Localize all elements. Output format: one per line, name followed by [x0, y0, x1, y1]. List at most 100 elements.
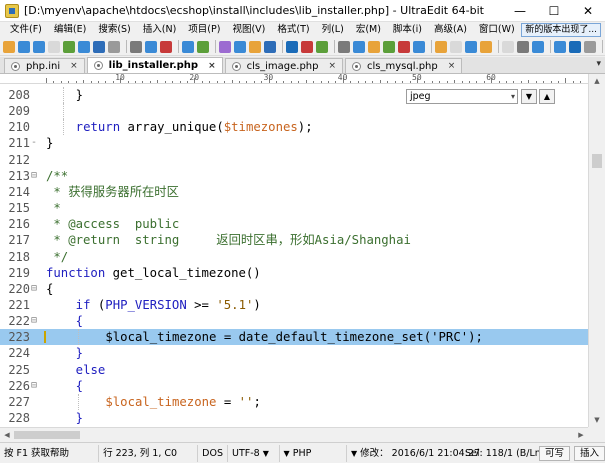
menu-item-5[interactable]: 视图(V) — [226, 22, 271, 38]
status-cursor-position[interactable]: 行 223, 列 1, C0 — [99, 444, 199, 462]
scroll-down-icon[interactable]: ▼ — [589, 413, 605, 427]
code-line[interactable]: 217 * @return string 返回时区串，形如Asia/Shangh… — [0, 232, 588, 248]
find-input[interactable]: jpeg ▾ — [406, 89, 518, 104]
scroll-left-icon[interactable]: ◀ — [0, 428, 14, 442]
toolbar-tool-icon[interactable] — [517, 40, 529, 53]
file-tab[interactable]: cls_mysql.php × — [345, 58, 463, 73]
toolbar-tool-icon[interactable] — [249, 40, 261, 53]
toolbar-tool-icon[interactable] — [368, 40, 380, 53]
status-encoding[interactable]: UTF-8 ▼ — [228, 444, 280, 462]
toolbar-tool-icon[interactable] — [197, 40, 209, 53]
code-line[interactable]: 221 if (PHP_VERSION >= '5.1') — [0, 297, 588, 313]
writable-toggle[interactable]: 可写 — [538, 445, 570, 461]
syntax-dropdown-icon[interactable]: ▼ — [284, 449, 290, 458]
modified-dropdown-icon[interactable]: ▼ — [351, 449, 357, 458]
insert-mode-toggle[interactable]: 插入 — [573, 445, 605, 461]
tab-close-icon[interactable]: × — [448, 61, 456, 71]
toolbar-tool-icon[interactable] — [413, 40, 425, 53]
code-line[interactable]: 224} — [0, 345, 588, 361]
toolbar-tool-icon[interactable] — [63, 40, 75, 53]
toolbar-tool-icon[interactable] — [435, 40, 447, 53]
toolbar-tool-icon[interactable] — [33, 40, 45, 53]
scroll-up-icon[interactable]: ▲ — [589, 74, 605, 88]
menu-item-7[interactable]: 列(L) — [316, 22, 350, 38]
tab-close-icon[interactable]: × — [208, 61, 216, 71]
toolbar-tool-icon[interactable] — [3, 40, 15, 53]
code-line[interactable]: 219 function get_local_timezone() — [0, 265, 588, 281]
menu-item-10[interactable]: 高级(A) — [428, 22, 473, 38]
code-line[interactable]: 228} — [0, 410, 588, 426]
fold-collapse-icon[interactable]: ⊟ — [31, 378, 41, 394]
toolbar-tool-icon[interactable] — [286, 40, 298, 53]
toolbar-tool-icon[interactable] — [18, 40, 30, 53]
menu-item-9[interactable]: 脚本(i) — [387, 22, 428, 38]
close-button[interactable]: ✕ — [571, 0, 605, 22]
code-line[interactable]: 213 ⊟ /** — [0, 168, 588, 184]
menu-item-6[interactable]: 格式(T) — [271, 22, 315, 38]
code-line[interactable]: 227 $local_timezone = ''; — [0, 393, 588, 410]
horizontal-scroll-thumb[interactable] — [14, 431, 80, 439]
fold-collapse-icon[interactable]: ⊟ — [31, 313, 41, 329]
code-line[interactable]: 220 ⊟ { — [0, 281, 588, 297]
toolbar-tool-icon[interactable] — [182, 40, 194, 53]
code-line[interactable]: 214 * 获得服务器所在时区 — [0, 184, 588, 200]
vertical-scroll-thumb[interactable] — [592, 154, 602, 168]
file-tab[interactable]: php.ini × — [4, 58, 85, 73]
code-line[interactable]: 216 * @access public — [0, 216, 588, 232]
ultraedit-app-icon[interactable] — [5, 3, 19, 18]
new-version-button[interactable]: 新的版本出现了... — [521, 23, 601, 37]
code-editor[interactable]: 228} 227 $local_timezone = ''; 226 ⊟{225 else… — [0, 84, 588, 427]
toolbar-tool-icon[interactable] — [480, 40, 492, 53]
tab-close-icon[interactable]: × — [70, 61, 78, 71]
code-line[interactable]: 215 * — [0, 200, 588, 216]
tab-list-chevron-icon[interactable]: ▾ — [596, 59, 601, 69]
vertical-scrollbar[interactable]: ▲ ▼ — [588, 74, 605, 427]
code-line[interactable]: 209 — [0, 103, 588, 120]
code-line[interactable]: 226 ⊟ { — [0, 378, 588, 394]
menu-item-1[interactable]: 编辑(E) — [48, 22, 92, 38]
toolbar-tool-icon[interactable] — [465, 40, 477, 53]
status-line-ending[interactable]: DOS — [198, 444, 228, 462]
code-line[interactable]: 212 — [0, 152, 588, 168]
toolbar-tool-icon[interactable] — [383, 40, 395, 53]
toolbar-tool-icon[interactable] — [301, 40, 313, 53]
toolbar-tool-icon[interactable] — [584, 40, 596, 53]
fold-collapse-icon[interactable]: ⊟ — [31, 168, 41, 184]
toolbar-tool-icon[interactable] — [93, 40, 105, 53]
fold-collapse-icon[interactable]: ⊟ — [31, 281, 41, 297]
file-tab[interactable]: cls_image.php × — [224, 58, 344, 73]
toolbar-tool-icon[interactable] — [160, 40, 172, 53]
toolbar-tool-icon[interactable] — [502, 40, 514, 53]
horizontal-scrollbar[interactable]: ◀ ▶ — [0, 427, 588, 442]
code-line[interactable]: 225 else — [0, 362, 588, 378]
toolbar-tool-icon[interactable] — [450, 40, 462, 53]
menu-item-8[interactable]: 宏(M) — [350, 22, 387, 38]
find-next-button[interactable]: ▼ — [521, 89, 537, 104]
code-line[interactable]: 218 */ — [0, 249, 588, 265]
toolbar-tool-icon[interactable] — [338, 40, 350, 53]
toolbar-tool-icon[interactable] — [398, 40, 410, 53]
menu-item-3[interactable]: 插入(N) — [137, 22, 183, 38]
toolbar-tool-icon[interactable] — [78, 40, 90, 53]
minimize-button[interactable]: — — [503, 0, 537, 22]
toolbar-tool-icon[interactable] — [316, 40, 328, 53]
code-line[interactable]: 210 return array_unique($timezones); — [0, 119, 588, 136]
status-syntax[interactable]: ▼ PHP — [280, 444, 347, 462]
menu-item-11[interactable]: 窗口(W) — [473, 22, 521, 38]
toolbar-tool-icon[interactable] — [219, 40, 231, 53]
toolbar-tool-icon[interactable] — [532, 40, 544, 53]
toolbar-tool-icon[interactable] — [234, 40, 246, 53]
menu-item-4[interactable]: 项目(P) — [182, 22, 226, 38]
toolbar-tool-icon[interactable] — [145, 40, 157, 53]
find-history-dropdown-icon[interactable]: ▾ — [511, 90, 515, 103]
toolbar-tool-icon[interactable] — [353, 40, 365, 53]
code-line[interactable]: 223 $local_timezone = date_default_timezo… — [0, 329, 588, 346]
toolbar-tool-icon[interactable] — [264, 40, 276, 53]
scroll-right-icon[interactable]: ▶ — [574, 428, 588, 442]
menu-item-2[interactable]: 搜索(S) — [92, 22, 136, 38]
tab-close-icon[interactable]: × — [328, 61, 336, 71]
toolbar-tool-icon[interactable] — [108, 40, 120, 53]
maximize-button[interactable]: ☐ — [537, 0, 571, 22]
file-tab[interactable]: lib_installer.php × — [86, 57, 223, 73]
toolbar-tool-icon[interactable] — [130, 40, 142, 53]
